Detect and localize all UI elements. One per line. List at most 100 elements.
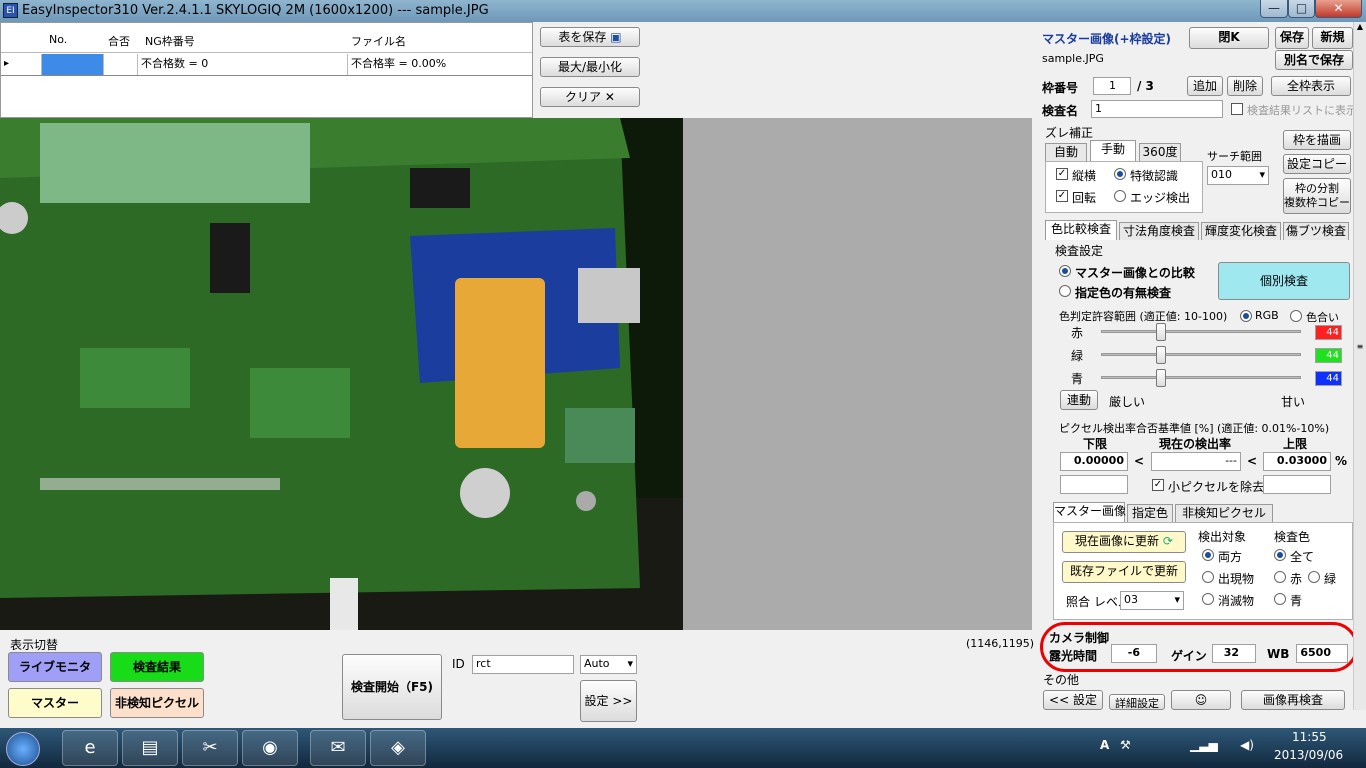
undetected-button[interactable]: 非検知ピクセル xyxy=(110,688,204,718)
camera-image[interactable] xyxy=(0,118,683,630)
small-pixel-max[interactable] xyxy=(1263,475,1331,494)
search-range-select[interactable]: 010 ▾ xyxy=(1207,166,1269,185)
signal-icon[interactable]: ▁▃▅ xyxy=(1190,738,1218,752)
tab-auto[interactable]: 自動 xyxy=(1045,143,1087,161)
new-button[interactable]: 新規 xyxy=(1312,27,1353,49)
add-frame-button[interactable]: 追加 xyxy=(1187,76,1223,96)
delete-frame-button[interactable]: 削除 xyxy=(1227,76,1263,96)
tab-scratch[interactable]: 傷ブツ検査 xyxy=(1283,222,1349,240)
master-button[interactable]: マスター xyxy=(8,688,102,718)
start-button[interactable] xyxy=(6,732,40,766)
show-all-button[interactable]: 全枠表示 xyxy=(1271,76,1351,96)
tab-dimension[interactable]: 寸法角度検査 xyxy=(1119,222,1199,240)
blue-radio[interactable] xyxy=(1274,593,1286,605)
green-radio[interactable] xyxy=(1308,571,1320,583)
ime-indicator[interactable]: A xyxy=(1100,738,1109,752)
tab-master-image[interactable]: マスター画像 xyxy=(1053,502,1126,522)
maximize-button[interactable]: □ xyxy=(1288,0,1315,18)
detail-settings-button[interactable]: 詳細設定 xyxy=(1109,694,1165,710)
minimize-button[interactable]: — xyxy=(1260,0,1288,18)
inspect-name-input[interactable]: 1 xyxy=(1091,100,1223,118)
avatar[interactable]: ☺ xyxy=(1171,690,1231,710)
close-button[interactable]: ✕ xyxy=(1315,0,1362,18)
col-no[interactable]: No. xyxy=(49,33,67,46)
copy-settings-button[interactable]: 設定コピー xyxy=(1283,154,1351,174)
tab-manual[interactable]: 手動 xyxy=(1090,140,1136,161)
col-pass[interactable]: 合否 xyxy=(108,33,130,49)
folder-icon[interactable]: ▤ xyxy=(122,730,178,766)
vh-checkbox[interactable]: ✓ xyxy=(1056,168,1068,180)
small-pixel-min[interactable] xyxy=(1060,475,1128,494)
slider-track-0[interactable] xyxy=(1101,330,1301,333)
clock-date[interactable]: 2013/09/06 xyxy=(1274,748,1343,762)
live-monitor-button[interactable]: ライブモニタ xyxy=(8,652,102,682)
upper-input[interactable]: 0.03000 xyxy=(1263,452,1331,471)
ie-icon[interactable]: e xyxy=(62,730,118,766)
reinspect-button[interactable]: 画像再検査 xyxy=(1241,690,1345,710)
scroll-up-icon[interactable]: ▲ xyxy=(1355,22,1365,36)
slider-thumb-2[interactable] xyxy=(1156,369,1166,387)
split-frame-button[interactable]: 枠の分割 複数枠コピー xyxy=(1283,178,1351,214)
tools-icon[interactable]: ⚒ xyxy=(1120,738,1131,752)
tab-specified-color[interactable]: 指定色 xyxy=(1127,504,1173,522)
edge-radio[interactable] xyxy=(1114,190,1126,202)
remove-small-checkbox[interactable]: ✓ xyxy=(1152,479,1164,491)
settings-button[interactable]: 設定 >> xyxy=(580,680,637,722)
back-settings-button[interactable]: << 設定 xyxy=(1043,690,1103,710)
show-in-list-checkbox[interactable] xyxy=(1231,103,1243,115)
outlook-icon[interactable]: ✉ xyxy=(310,730,366,766)
color-value-2[interactable]: 44 xyxy=(1315,371,1342,386)
tab-360[interactable]: 360度 xyxy=(1139,143,1181,161)
color-value-0[interactable]: 44 xyxy=(1315,325,1342,340)
clock-time[interactable]: 11:55 xyxy=(1292,730,1327,744)
app-taskbar-icon[interactable]: ◈ xyxy=(370,730,426,766)
tab-brightness[interactable]: 輝度変化検査 xyxy=(1201,222,1281,240)
mode-select[interactable]: Auto ▾ xyxy=(580,655,637,674)
close-frame-button[interactable]: 閉K xyxy=(1189,27,1269,49)
table-row[interactable]: ▸ 不合格数 = 0 不合格率 = 0.00% xyxy=(1,54,532,76)
tab-undetected-pixel[interactable]: 非検知ピクセル xyxy=(1175,504,1273,522)
all-color-radio[interactable] xyxy=(1274,549,1286,561)
col-filename[interactable]: ファイル名 xyxy=(351,33,406,49)
start-inspection-button[interactable]: 検査開始（F5) xyxy=(342,654,442,720)
tab-color-compare[interactable]: 色比較検査 xyxy=(1045,220,1117,240)
scissors-icon[interactable]: ✂ xyxy=(182,730,238,766)
clear-button[interactable]: クリア ✕ xyxy=(540,87,640,107)
compare-master-radio[interactable] xyxy=(1059,265,1071,277)
individual-button[interactable]: 個別検査 xyxy=(1218,262,1350,300)
save-table-button[interactable]: 表を保存 ▣ xyxy=(540,27,640,47)
cell-ng-rate[interactable]: 不合格率 = 0.00% xyxy=(347,54,532,75)
link-button[interactable]: 連動 xyxy=(1060,390,1098,410)
both-radio[interactable] xyxy=(1202,549,1214,561)
slider-track-2[interactable] xyxy=(1101,376,1301,379)
frame-no-spinner[interactable]: 1 xyxy=(1093,77,1131,95)
chrome-icon[interactable]: ◉ xyxy=(242,730,298,766)
save-button[interactable]: 保存 xyxy=(1275,27,1309,49)
update-file-button[interactable]: 既存ファイルで更新 xyxy=(1062,561,1186,583)
slider-thumb-1[interactable] xyxy=(1156,346,1166,364)
update-current-button[interactable]: 現在画像に更新 ⟳ xyxy=(1062,531,1186,553)
col-ng-frame[interactable]: NG枠番号 xyxy=(145,33,195,49)
rgb-radio[interactable] xyxy=(1240,310,1252,322)
vanish-radio[interactable] xyxy=(1202,593,1214,605)
volume-icon[interactable]: ◀) xyxy=(1240,738,1254,752)
vertical-scrollbar[interactable]: ▲ ≡ xyxy=(1353,22,1366,710)
color-presence-radio[interactable] xyxy=(1059,285,1071,297)
save-as-button[interactable]: 別名で保存 xyxy=(1275,50,1353,70)
color-value-1[interactable]: 44 xyxy=(1315,348,1342,363)
red-radio[interactable] xyxy=(1274,571,1286,583)
slider-thumb-0[interactable] xyxy=(1156,323,1166,341)
feature-radio[interactable] xyxy=(1114,168,1126,180)
maxmin-button[interactable]: 最大/最小化 xyxy=(540,57,640,77)
cell-ng-count[interactable]: 不合格数 = 0 xyxy=(137,54,347,75)
cell-no[interactable] xyxy=(41,54,103,75)
draw-frame-button[interactable]: 枠を描画 xyxy=(1283,130,1351,150)
lower-input[interactable]: 0.00000 xyxy=(1060,452,1128,471)
hue-radio[interactable] xyxy=(1290,310,1302,322)
slider-track-1[interactable] xyxy=(1101,353,1301,356)
cell-pass[interactable] xyxy=(103,54,137,75)
id-input[interactable]: rct xyxy=(472,655,574,674)
match-level-select[interactable]: 03 ▾ xyxy=(1120,591,1184,610)
appear-radio[interactable] xyxy=(1202,571,1214,583)
result-button[interactable]: 検査結果 xyxy=(110,652,204,682)
